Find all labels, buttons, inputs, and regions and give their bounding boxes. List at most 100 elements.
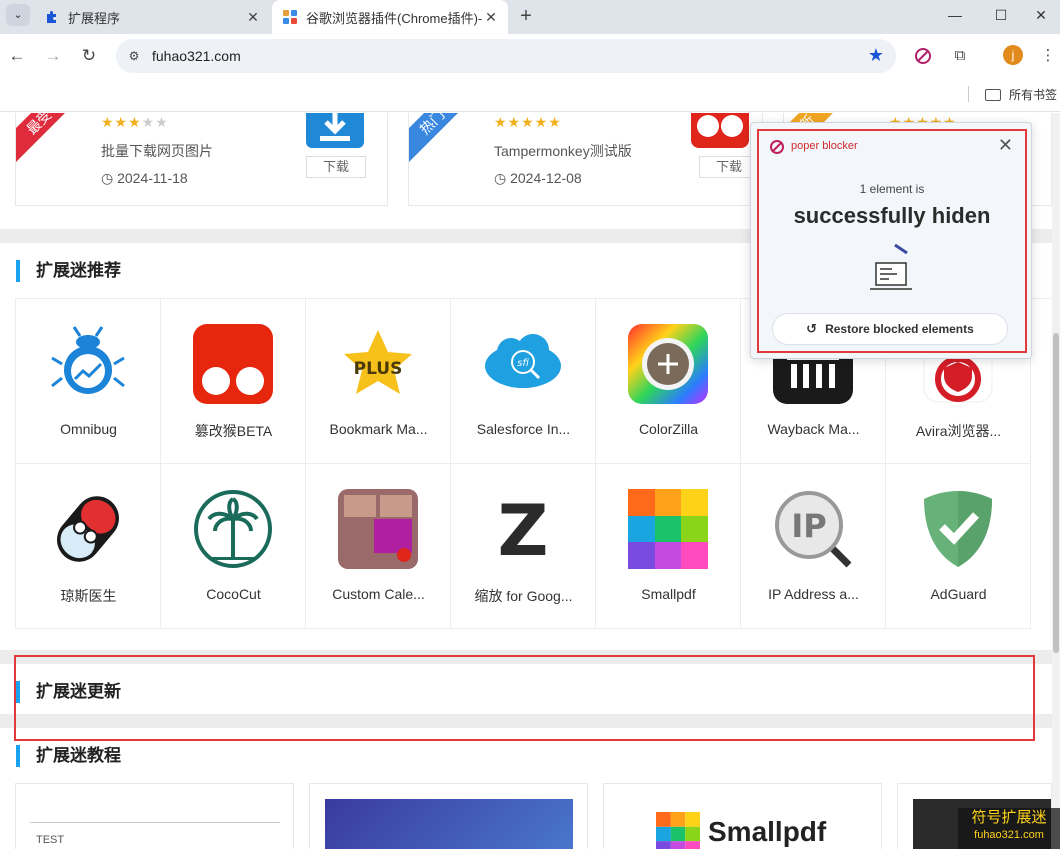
window-close-button[interactable]: ✕ [1018, 0, 1060, 30]
extension-card[interactable]: 最受 ★★★★★ 批量下载网页图片 ◷ 2024-11-18 下载 [15, 113, 388, 206]
popup-brand: poper blocker [791, 140, 858, 152]
tab-fuhao[interactable]: 谷歌浏览器插件(Chrome插件)- ✕ [272, 0, 508, 34]
grid-item[interactable]: 琼斯医生 [16, 464, 161, 629]
grid-item-label: 琼斯医生 [60, 588, 117, 604]
svg-text:Z: Z [498, 490, 549, 569]
tampermonkey-image-icon [691, 113, 749, 148]
grid-item-label: Smallpdf [641, 586, 696, 602]
grid-item[interactable]: AdGuard [886, 464, 1031, 629]
popup-count-text: 1 element is [859, 182, 925, 196]
tutorial-card-text: Smallpdf [708, 816, 827, 847]
grid-item[interactable]: sfi Salesforce In... [451, 299, 596, 464]
restore-blocked-elements-button[interactable]: ↺ Restore blocked elements [772, 313, 1008, 345]
palm-icon [194, 490, 272, 568]
grid-item-label: Bookmark Ma... [329, 421, 428, 437]
rating-stars: ★★★★★ [101, 114, 169, 130]
folder-icon [985, 88, 1001, 101]
plus-star-icon: PLUS [344, 330, 412, 394]
tutorial-card-text: TEST [36, 834, 65, 846]
cloud-sfi-icon: sfi [485, 334, 561, 388]
popup-headline: successfully hiden [793, 203, 991, 228]
bookmarks-bar: 所有书签 [0, 78, 1060, 112]
card-date: ◷ 2024-12-08 [494, 170, 582, 186]
smallpdf-icon [656, 812, 700, 849]
download-button[interactable]: 下载 [306, 156, 366, 178]
fuhao-icon [283, 10, 297, 24]
grid-item[interactable]: Smallpdf [596, 464, 741, 629]
reload-button[interactable]: ↻ [77, 44, 101, 68]
close-icon[interactable]: ✕ [998, 135, 1013, 156]
adguard-icon [924, 491, 992, 567]
new-tab-button[interactable]: + [514, 4, 538, 28]
grid-item-label: Avira浏览器... [915, 423, 1002, 439]
tab-extensions[interactable]: 扩展程序 ✕ [34, 0, 270, 34]
extension-card[interactable]: 热门 ★★★★★ Tampermonkey测试版 ◷ 2024-12-08 下载 [408, 113, 763, 206]
clock-icon: ◷ [101, 170, 118, 186]
tutorial-card[interactable]: Smallpdf [603, 783, 882, 849]
tab-title: 谷歌浏览器插件(Chrome插件)- [306, 10, 482, 26]
forward-button[interactable]: → [41, 44, 65, 68]
grid-item-label: 篡改猴BETA [194, 423, 273, 439]
close-icon[interactable]: ✕ [482, 9, 500, 26]
bug-icon [51, 326, 125, 394]
svg-text:PLUS: PLUS [354, 359, 403, 379]
avatar[interactable]: j [1003, 45, 1023, 65]
grid-item[interactable]: Z 缩放 for Goog... [451, 464, 596, 629]
extensions-puzzle-icon[interactable]: ⧉ [948, 44, 972, 68]
ribbon-badge: 热门 [409, 113, 473, 163]
grid-item-label: Wayback Ma... [767, 421, 860, 437]
clock-icon: ◷ [494, 170, 511, 186]
grid-item-label: Salesforce In... [476, 421, 571, 437]
grid-item[interactable]: Omnibug [16, 299, 161, 464]
address-bar[interactable]: ⚙ fuhao321.com ★ [116, 39, 896, 73]
grid-item[interactable]: IP IP Address a... [741, 464, 886, 629]
svg-text:IP: IP [791, 507, 826, 545]
grid-item[interactable]: PLUS Bookmark Ma... [306, 299, 451, 464]
close-icon[interactable]: ✕ [244, 9, 262, 26]
popup-highlight-frame: poper blocker ✕ 1 element is successfull… [757, 129, 1027, 353]
bookmarks-separator [968, 86, 969, 102]
grid-item-label: Custom Cale... [332, 586, 425, 602]
grid-item-label: CocoCut [206, 586, 261, 602]
ip-magnifier-icon: IP [775, 491, 852, 568]
tutorial-card[interactable]: TEST [15, 783, 294, 849]
zoom-z-icon: Z [498, 490, 549, 569]
bookmark-star-icon[interactable]: ★ [868, 45, 884, 66]
grid-item[interactable]: Custom Cale... [306, 464, 451, 629]
tab-strip: ⌄ 扩展程序 ✕ 谷歌浏览器插件(Chrome插件)- ✕ + — ☐ ✕ [0, 0, 1060, 34]
rating-stars: ★★★★★ [494, 114, 562, 130]
tutorial-card[interactable] [309, 783, 588, 849]
poper-blocker-extension-icon[interactable] [913, 46, 933, 66]
scroll-thumb[interactable] [1053, 333, 1059, 653]
grid-item[interactable]: 篡改猴BETA [161, 299, 306, 464]
pill-icon [57, 496, 119, 562]
grid-item[interactable]: CocoCut [161, 464, 306, 629]
svg-text:sfi: sfi [517, 358, 529, 369]
restore-label: Restore blocked elements [825, 322, 974, 336]
colorzilla-icon [628, 324, 708, 404]
grid-item-label: Omnibug [60, 421, 117, 437]
minimize-button[interactable]: — [932, 0, 978, 30]
ribbon-badge: 最受 [16, 113, 80, 163]
hidden-window-illustration-icon [870, 243, 912, 290]
url-text: fuhao321.com [152, 48, 241, 64]
grid-item-label: 缩放 for Goog... [474, 588, 573, 604]
page-scrollbar[interactable] [1052, 113, 1060, 849]
download-image-icon [306, 113, 364, 148]
card-name: 批量下载网页图片 [101, 143, 213, 159]
site-info-icon[interactable]: ⚙ [124, 46, 144, 66]
all-bookmarks-button[interactable]: 所有书签 [985, 86, 1057, 103]
back-button[interactable]: ← [5, 44, 29, 68]
grid-item[interactable]: ColorZilla [596, 299, 741, 464]
menu-kebab-icon[interactable]: ⋮ [1036, 44, 1060, 68]
tab-title: 扩展程序 [68, 10, 121, 26]
browser-toolbar: ← → ↻ ⚙ fuhao321.com ★ [0, 34, 1060, 78]
site-watermark-logo: 符号扩展迷 fuhao321.com [958, 808, 1060, 849]
card-date: ◷ 2024-11-18 [101, 170, 188, 186]
grid-item-label: ColorZilla [638, 421, 699, 437]
smallpdf-icon [628, 489, 708, 569]
tab-search-button[interactable]: ⌄ [6, 4, 30, 26]
poper-blocker-popup: poper blocker ✕ 1 element is successfull… [750, 122, 1032, 359]
tutorial-card-image [325, 799, 573, 849]
section-title-tutorials: 扩展迷教程 [16, 745, 121, 767]
